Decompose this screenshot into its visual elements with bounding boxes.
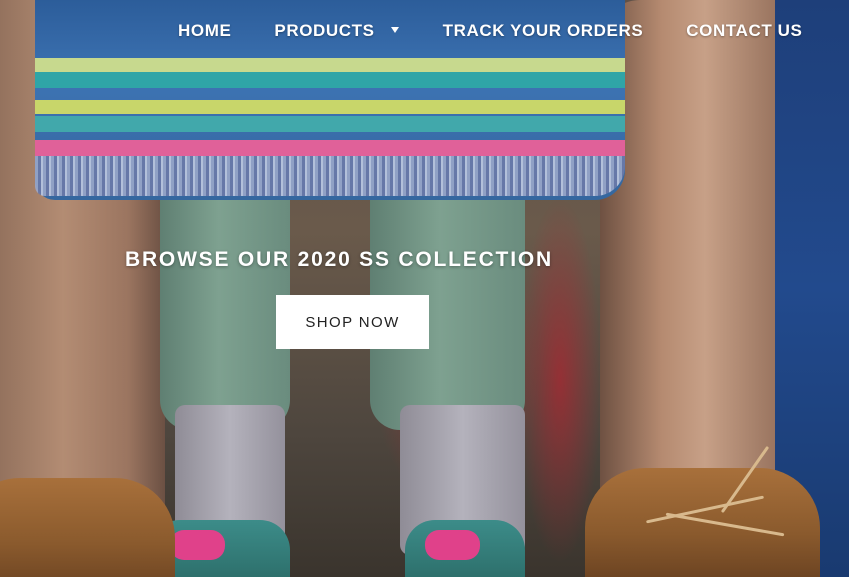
caret-down-icon	[390, 27, 399, 33]
hero-boat-shoe-right	[585, 445, 820, 577]
hero-child-shoe-right	[405, 520, 525, 577]
shop-now-button[interactable]: SHOP NOW	[276, 295, 429, 349]
hero-image	[0, 0, 849, 577]
main-nav: HOME PRODUCTS TRACK YOUR ORDERS CONTACT …	[178, 21, 841, 41]
nav-track-orders-label: TRACK YOUR ORDERS	[442, 21, 644, 40]
nav-contact-label: CONTACT US	[686, 21, 803, 40]
nav-products-label: PRODUCTS	[274, 21, 375, 40]
hero-boat-shoe-left	[0, 478, 175, 577]
hero-headline: BROWSE OUR 2020 SS COLLECTION	[125, 248, 553, 271]
nav-home-label: HOME	[178, 21, 232, 40]
nav-contact-link[interactable]: CONTACT US	[686, 21, 802, 41]
nav-products-link[interactable]: PRODUCTS	[274, 21, 399, 41]
nav-track-orders-link[interactable]: TRACK YOUR ORDERS	[443, 21, 644, 41]
nav-home-link[interactable]: HOME	[178, 21, 231, 41]
